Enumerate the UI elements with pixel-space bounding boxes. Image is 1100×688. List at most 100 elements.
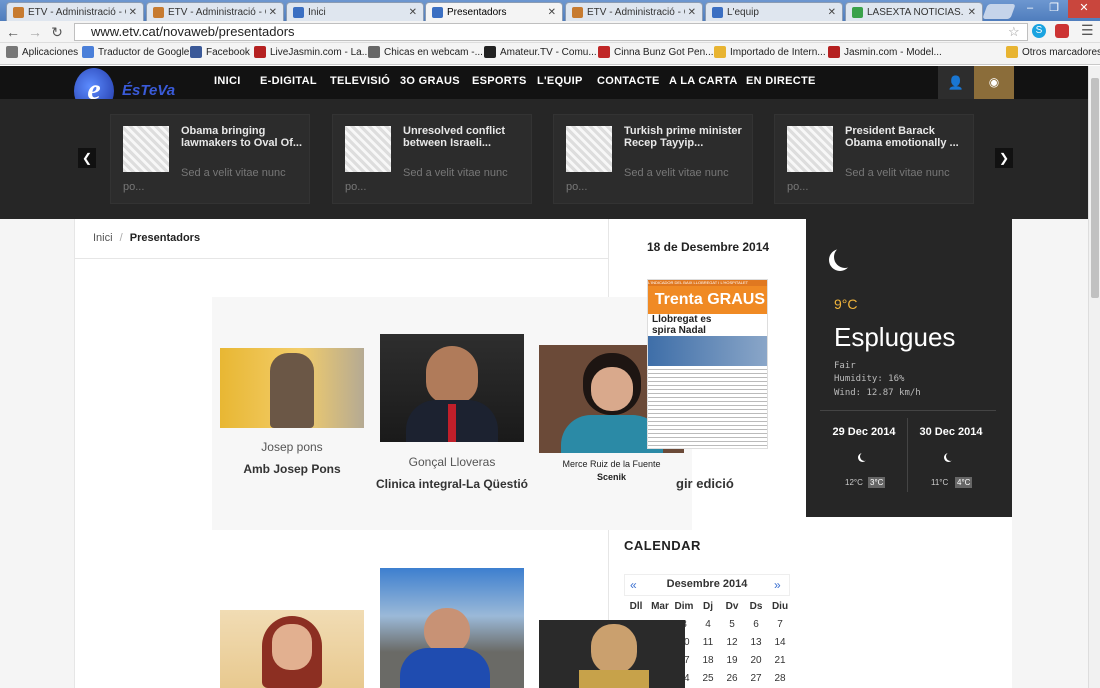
presenter-photo[interactable] bbox=[380, 334, 524, 442]
forward-icon[interactable]: → bbox=[26, 23, 44, 41]
reload-icon[interactable]: ↻ bbox=[48, 23, 66, 41]
nav-item[interactable]: TELEVISIÓ bbox=[330, 75, 390, 87]
forecast-day: 30 Dec 2014 bbox=[919, 426, 983, 438]
browser-tab[interactable]: ETV - Administració - Gr ✕ bbox=[6, 2, 144, 21]
bookmark-label: LiveJasmin.com - La... bbox=[270, 46, 371, 58]
calendar-day[interactable]: 14 bbox=[768, 633, 792, 651]
calendar-day[interactable]: 7 bbox=[768, 615, 792, 633]
scrollbar[interactable] bbox=[1088, 66, 1100, 688]
extension-icon[interactable] bbox=[1055, 24, 1069, 38]
news-thumbnail[interactable] bbox=[123, 126, 169, 172]
news-title[interactable]: Turkish prime minister Recep Tayyip... bbox=[624, 125, 749, 149]
news-card[interactable]: Obama bringing lawmakers to Oval Of... Se… bbox=[110, 114, 310, 204]
close-tab-icon[interactable]: ✕ bbox=[269, 7, 277, 18]
calendar-day[interactable]: 4 bbox=[696, 615, 720, 633]
presenter-show[interactable]: Amb Josep Pons bbox=[220, 462, 364, 476]
close-tab-icon[interactable]: ✕ bbox=[968, 7, 976, 18]
news-card[interactable]: President Barack Obama emotionally ... Se… bbox=[774, 114, 974, 204]
nav-item[interactable]: EN DIRECTE bbox=[746, 75, 816, 87]
browser-tab[interactable]: Presentadors ✕ bbox=[425, 2, 563, 21]
weather-temp: 9°C bbox=[834, 296, 858, 312]
calendar-prev-icon[interactable]: « bbox=[630, 578, 637, 592]
bookmark-item[interactable]: Cinna Bunz Got Pen... bbox=[598, 46, 714, 58]
calendar-day[interactable]: 28 bbox=[768, 669, 792, 687]
slider-prev-icon[interactable]: ❮ bbox=[78, 148, 96, 168]
calendar-day[interactable]: 27 bbox=[744, 669, 768, 687]
calendar-day[interactable]: 21 bbox=[768, 651, 792, 669]
breadcrumb-home[interactable]: Inici bbox=[93, 232, 113, 244]
back-icon[interactable]: ← bbox=[4, 23, 22, 41]
nav-item[interactable]: ESPORTS bbox=[472, 75, 527, 87]
read-edition-link[interactable]: gir edició bbox=[676, 476, 734, 491]
menu-icon[interactable]: ☰ bbox=[1081, 22, 1094, 39]
calendar-day[interactable]: 19 bbox=[720, 651, 744, 669]
news-thumbnail[interactable] bbox=[566, 126, 612, 172]
slider-next-icon[interactable]: ❯ bbox=[995, 148, 1013, 168]
close-tab-icon[interactable]: ✕ bbox=[548, 7, 556, 18]
skype-icon[interactable]: S bbox=[1032, 24, 1046, 38]
bookmark-item[interactable]: Chicas en webcam -... bbox=[368, 46, 483, 58]
news-excerpt-more: po... bbox=[566, 181, 588, 193]
calendar-day[interactable]: 5 bbox=[720, 615, 744, 633]
user-icon[interactable]: 👤 bbox=[938, 66, 974, 99]
calendar-day[interactable]: 11 bbox=[696, 633, 720, 651]
bookmark-item[interactable]: Traductor de Google bbox=[82, 46, 189, 58]
news-excerpt-more: po... bbox=[787, 181, 809, 193]
maximize-icon[interactable]: ❐ bbox=[1042, 0, 1066, 18]
minimize-icon[interactable]: – bbox=[1018, 0, 1042, 18]
nav-item[interactable]: CONTACTE bbox=[597, 75, 660, 87]
calendar-day[interactable]: 25 bbox=[696, 669, 720, 687]
bookmark-item[interactable]: Importado de Intern... bbox=[714, 46, 826, 58]
calendar-next-icon[interactable]: » bbox=[774, 578, 781, 592]
presenter-photo[interactable] bbox=[220, 610, 364, 688]
nav-item[interactable]: E-DIGITAL bbox=[260, 75, 317, 87]
bookmark-item[interactable]: Facebook bbox=[190, 46, 250, 58]
nav-item[interactable]: INICI bbox=[214, 75, 241, 87]
news-card[interactable]: Turkish prime minister Recep Tayyip... Se… bbox=[553, 114, 753, 204]
nav-item[interactable]: A LA CARTA bbox=[669, 75, 738, 87]
bookmark-item[interactable]: LiveJasmin.com - La... bbox=[254, 46, 370, 58]
browser-tab[interactable]: Inici ✕ bbox=[286, 2, 424, 21]
scrollbar-thumb[interactable] bbox=[1091, 78, 1099, 298]
presenter-photo[interactable] bbox=[380, 568, 524, 688]
news-title[interactable]: Unresolved conflict between Israeli... bbox=[403, 125, 528, 149]
presenter-show[interactable]: Clinica integral-La Qüestió bbox=[372, 477, 532, 491]
close-tab-icon[interactable]: ✕ bbox=[688, 7, 696, 18]
new-tab-button[interactable] bbox=[982, 4, 1016, 19]
breadcrumb-separator: / bbox=[119, 232, 123, 244]
news-card[interactable]: Unresolved conflict between Israeli... Se… bbox=[332, 114, 532, 204]
star-icon[interactable]: ☆ bbox=[1008, 24, 1020, 40]
calendar-day[interactable]: 6 bbox=[744, 615, 768, 633]
browser-tab[interactable]: ETV - Administració - Gr ✕ bbox=[146, 2, 284, 21]
site-logo[interactable]: ÉsTeVa bbox=[122, 82, 175, 99]
news-title[interactable]: President Barack Obama emotionally ... bbox=[845, 125, 970, 149]
browser-tab[interactable]: LASEXTA NOTICIAS. Últi✕ bbox=[845, 2, 983, 21]
bookmark-icon bbox=[190, 46, 202, 58]
presenter-photo[interactable] bbox=[220, 348, 364, 428]
calendar-day[interactable]: 20 bbox=[744, 651, 768, 669]
calendar-day[interactable]: 13 bbox=[744, 633, 768, 651]
news-thumbnail[interactable] bbox=[345, 126, 391, 172]
bookmark-item[interactable]: Amateur.TV - Comu... bbox=[484, 46, 597, 58]
nav-item[interactable]: L'EQUIP bbox=[537, 75, 583, 87]
weather-wind: Wind: 12.87 km/h bbox=[834, 388, 921, 398]
close-tab-icon[interactable]: ✕ bbox=[129, 7, 137, 18]
favicon-icon bbox=[852, 6, 863, 18]
bookmark-item[interactable]: Jasmin.com - Model... bbox=[828, 46, 942, 58]
close-tab-icon[interactable]: ✕ bbox=[828, 7, 836, 18]
address-bar[interactable]: www.etv.cat/novaweb/presentadors bbox=[74, 23, 1028, 41]
close-window-icon[interactable]: ✕ bbox=[1068, 0, 1100, 18]
rss-icon[interactable]: ◉ bbox=[974, 66, 1014, 99]
close-tab-icon[interactable]: ✕ bbox=[409, 7, 417, 18]
calendar-day[interactable]: 26 bbox=[720, 669, 744, 687]
calendar-weekday: Ds bbox=[749, 600, 763, 612]
news-title[interactable]: Obama bringing lawmakers to Oval Of... bbox=[181, 125, 306, 149]
bookmark-item[interactable]: Otros marcadores bbox=[1006, 46, 1100, 58]
news-thumbnail[interactable] bbox=[787, 126, 833, 172]
browser-tab[interactable]: ETV - Administració - Gr ✕ bbox=[565, 2, 703, 21]
bookmark-item[interactable]: Aplicaciones bbox=[6, 46, 78, 58]
calendar-day[interactable]: 12 bbox=[720, 633, 744, 651]
calendar-day[interactable]: 18 bbox=[696, 651, 720, 669]
nav-item[interactable]: 3O GRAUS bbox=[400, 75, 460, 87]
browser-tab[interactable]: L'equip ✕ bbox=[705, 2, 843, 21]
